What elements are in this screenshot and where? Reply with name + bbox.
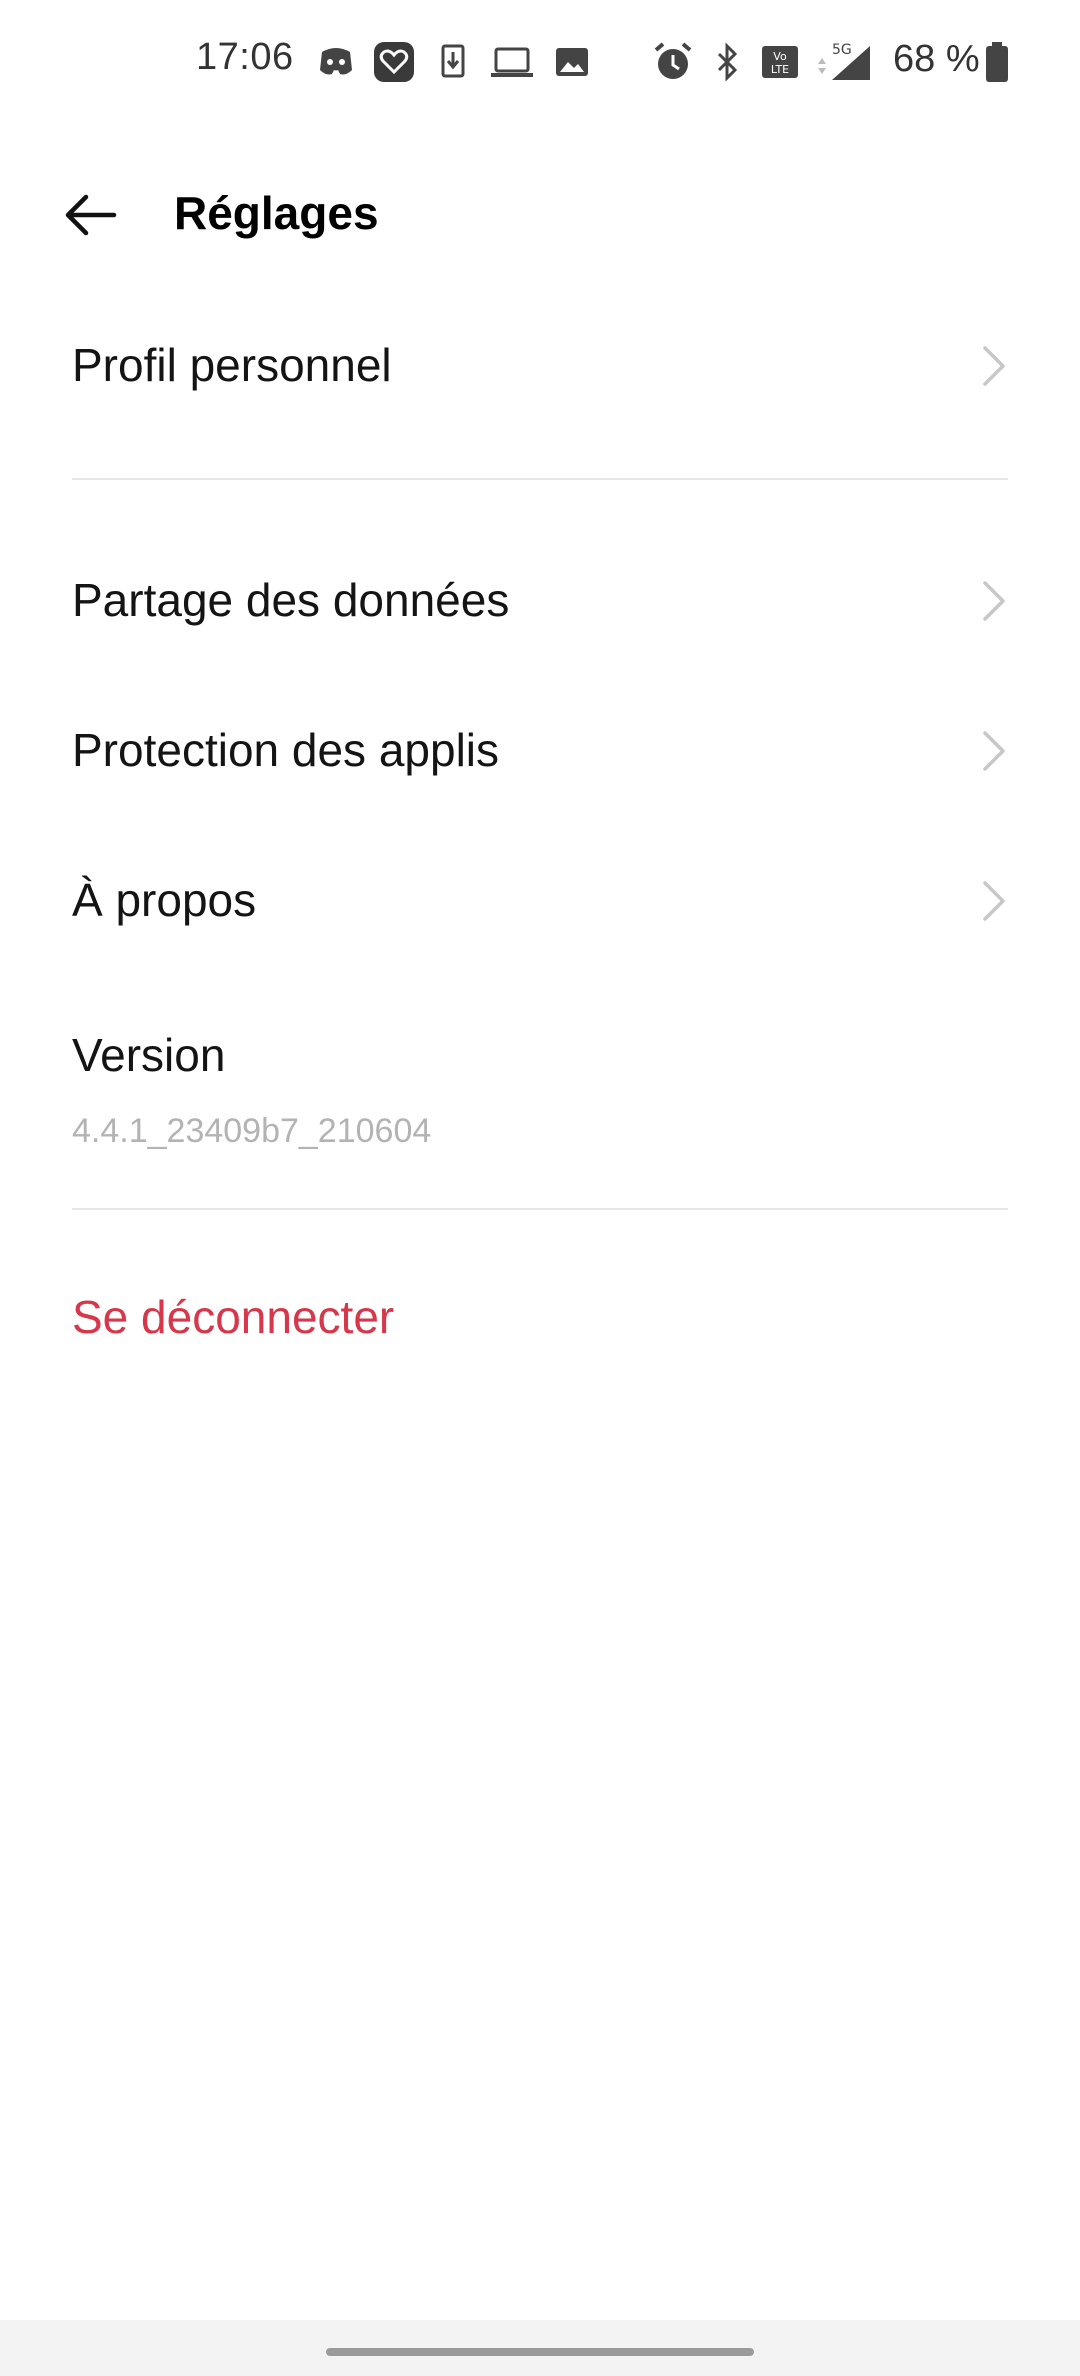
logout-button[interactable]: Se déconnecter <box>72 1290 394 1370</box>
home-indicator[interactable] <box>326 2348 754 2356</box>
app-protection-item[interactable]: Protection des applis <box>72 695 1008 805</box>
divider <box>72 478 1008 480</box>
chevron-right-icon <box>983 881 1005 921</box>
version-item: Version 4.4.1_23409b7_210604 <box>72 1014 1008 1164</box>
image-icon <box>554 40 590 84</box>
discord-icon <box>316 40 356 84</box>
battery-icon <box>984 40 1010 84</box>
gesture-nav-bar <box>0 2320 1080 2376</box>
profile-label: Profil personnel <box>72 339 392 391</box>
app-protection-label: Protection des applis <box>72 724 500 776</box>
app-header: Réglages <box>0 160 1080 270</box>
status-time: 17:06 <box>196 36 294 78</box>
profile-item[interactable]: Profil personnel <box>72 310 1008 420</box>
heart-app-icon <box>372 40 416 84</box>
back-button[interactable] <box>52 180 132 250</box>
about-item[interactable]: À propos <box>72 845 1008 955</box>
data-sharing-label: Partage des données <box>72 574 510 626</box>
bluetooth-icon <box>712 40 742 84</box>
page-title: Réglages <box>174 187 379 239</box>
version-label: Version <box>72 1029 226 1081</box>
signal-icon: 5G <box>812 40 872 84</box>
chevron-right-icon <box>983 581 1005 621</box>
settings-screen: 17:06 Vo LTE 5G 68 % Réglages Profil per… <box>0 0 1080 2376</box>
svg-text:Vo: Vo <box>773 50 787 63</box>
battery-percent: 68 % <box>893 38 980 80</box>
arrow-left-icon <box>65 194 117 236</box>
laptop-icon <box>490 40 534 84</box>
version-value: 4.4.1_23409b7_210604 <box>72 1112 432 1150</box>
download-icon <box>440 40 466 84</box>
about-label: À propos <box>72 874 257 926</box>
volte-icon: Vo LTE <box>760 40 800 84</box>
chevron-right-icon <box>983 731 1005 771</box>
status-bar: 17:06 Vo LTE 5G 68 % <box>0 0 1080 124</box>
data-sharing-item[interactable]: Partage des données <box>72 545 1008 655</box>
svg-text:5G: 5G <box>832 42 852 58</box>
svg-text:LTE: LTE <box>771 63 789 76</box>
chevron-right-icon <box>983 346 1005 386</box>
divider <box>72 1208 1008 1210</box>
alarm-icon <box>652 40 694 84</box>
